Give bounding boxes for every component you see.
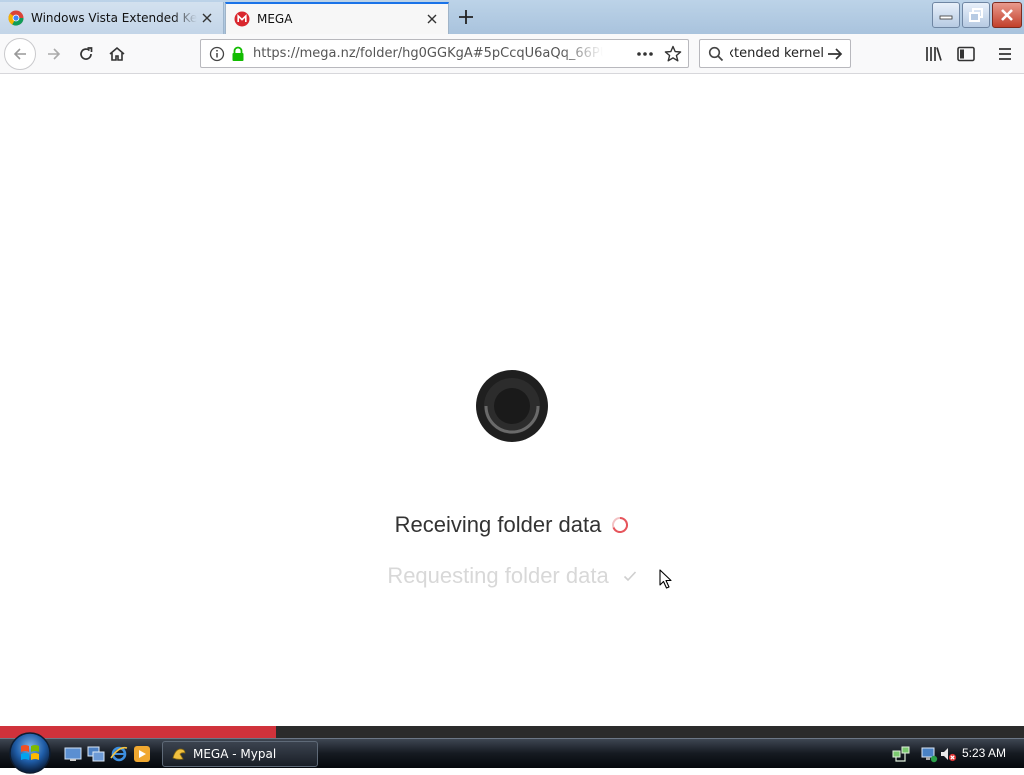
forward-button[interactable]	[38, 38, 70, 70]
search-go-arrow-icon[interactable]	[826, 46, 844, 62]
status-requesting: Requesting folder data	[0, 562, 1024, 589]
mouse-cursor-icon	[659, 569, 672, 589]
sidebar-icon[interactable]	[956, 44, 976, 64]
loading-logo-icon	[476, 370, 548, 442]
taskbar-item-label: MEGA - Mypal	[193, 747, 277, 761]
hamburger-menu-icon[interactable]	[995, 44, 1015, 64]
arrow-left-icon	[13, 48, 26, 60]
close-window-button[interactable]	[992, 2, 1022, 28]
tab-label: MEGA	[257, 12, 293, 26]
home-button[interactable]	[101, 38, 133, 70]
page-actions-icon[interactable]	[636, 46, 654, 62]
mypal-browser-icon	[172, 748, 186, 760]
internet-explorer-icon[interactable]	[110, 745, 128, 763]
windows-taskbar: MEGA - Mypal 5:23 AM	[0, 732, 1024, 774]
status-primary-text: Receiving folder data	[394, 512, 602, 538]
minimize-icon	[939, 15, 953, 20]
page-content: Receiving folder data Requesting folder …	[0, 75, 1024, 726]
tab-windows-vista-extended-kernel[interactable]: Windows Vista Extended Kernel	[0, 2, 224, 34]
lock-icon	[232, 46, 244, 61]
close-tab-icon[interactable]	[197, 8, 217, 28]
media-player-icon[interactable]	[133, 745, 151, 763]
minimize-button[interactable]	[932, 2, 960, 28]
back-button[interactable]	[4, 38, 36, 70]
url-text[interactable]: https://mega.nz/folder/hg0GGKgA#5pCcqU6a…	[253, 46, 603, 61]
taskbar-item-mega-mypal[interactable]: MEGA - Mypal	[162, 741, 318, 767]
chrome-favicon-icon	[8, 10, 24, 26]
show-desktop-icon[interactable]	[64, 745, 82, 763]
window-controls	[932, 2, 1022, 32]
checkmark-icon	[623, 571, 636, 582]
address-bar[interactable]: https://mega.nz/folder/hg0GGKgA#5pCcqU6a…	[200, 39, 689, 68]
status-receiving: Receiving folder data	[0, 511, 1024, 538]
tab-mega[interactable]: MEGA	[225, 2, 449, 34]
new-tab-button[interactable]	[452, 4, 480, 30]
close-icon	[1001, 9, 1013, 21]
plus-icon	[459, 10, 473, 24]
download-progress-bar	[0, 726, 1024, 738]
tab-label: Windows Vista Extended Kernel	[31, 11, 197, 25]
tab-strip: Windows Vista Extended Kernel MEGA	[0, 0, 1024, 34]
bookmark-star-icon[interactable]	[664, 45, 682, 63]
search-input[interactable]: xtended kernel	[730, 46, 824, 61]
search-icon	[708, 46, 724, 61]
reload-button[interactable]	[70, 38, 102, 70]
system-clock[interactable]: 5:23 AM	[962, 746, 1006, 760]
reload-icon	[80, 47, 93, 60]
search-bar[interactable]: xtended kernel	[699, 39, 851, 68]
restore-button[interactable]	[962, 2, 990, 28]
volume-muted-icon[interactable]	[939, 745, 957, 763]
switch-windows-icon[interactable]	[87, 745, 105, 763]
library-icon[interactable]	[924, 44, 944, 64]
start-button[interactable]	[8, 731, 52, 775]
connection-status-icon[interactable]	[920, 745, 938, 763]
network-icon[interactable]	[892, 745, 910, 763]
close-tab-icon[interactable]	[422, 9, 442, 29]
mega-favicon-icon	[234, 11, 250, 27]
status-secondary-text: Requesting folder data	[387, 563, 609, 589]
arrow-right-icon	[48, 48, 61, 60]
navigation-toolbar: https://mega.nz/folder/hg0GGKgA#5pCcqU6a…	[0, 34, 1024, 74]
loading-spinner-icon	[612, 517, 629, 534]
restore-icon	[969, 8, 983, 22]
home-icon	[109, 46, 125, 61]
info-icon[interactable]	[209, 46, 225, 62]
